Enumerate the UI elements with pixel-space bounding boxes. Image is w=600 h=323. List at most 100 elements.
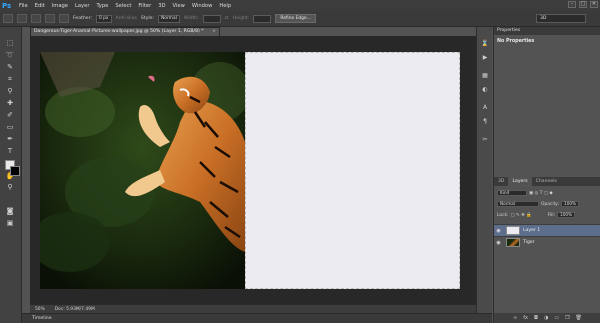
- subtract-selection-icon[interactable]: [45, 14, 55, 23]
- crop-tool-icon[interactable]: ⌗: [5, 75, 15, 84]
- canvas[interactable]: [40, 52, 460, 289]
- menu-help[interactable]: Help: [219, 3, 231, 9]
- height-label: Height:: [232, 16, 250, 21]
- properties-header[interactable]: Properties: [494, 27, 600, 35]
- background-color-swatch[interactable]: [10, 166, 20, 176]
- eraser-tool-icon[interactable]: ▭: [5, 123, 15, 132]
- marquee-tool-icon[interactable]: ⬚: [5, 39, 15, 48]
- timeline-panel[interactable]: Timeline: [22, 313, 492, 323]
- style-label: Style:: [140, 16, 154, 21]
- screen-mode-icon[interactable]: ▣: [5, 219, 15, 228]
- menu-window[interactable]: Window: [192, 3, 212, 9]
- width-label: Width:: [183, 16, 199, 21]
- blend-row: Normal Opacity: 100%: [497, 200, 580, 208]
- feather-label: Feather:: [73, 16, 92, 21]
- fx-icon[interactable]: fx: [523, 315, 528, 321]
- trash-icon[interactable]: 🗑: [576, 315, 582, 321]
- filter-row: Kind ▣ ◎ T ▢ ◆: [497, 189, 553, 197]
- anti-alias-checkbox[interactable]: Anti-alias: [116, 16, 137, 21]
- refine-edge-button[interactable]: Refine Edge...: [275, 14, 316, 23]
- height-input[interactable]: [253, 14, 272, 23]
- eyedropper-tool-icon[interactable]: ⚲: [5, 87, 15, 96]
- menu-image[interactable]: Image: [52, 3, 68, 9]
- layer-1-fill: [245, 52, 460, 289]
- lasso-tool-icon[interactable]: ➰: [5, 51, 15, 60]
- brush-tool-icon[interactable]: ✐: [5, 111, 15, 120]
- swap-dimensions-icon[interactable]: ⇄: [225, 16, 229, 21]
- visibility-eye-icon[interactable]: ◉: [494, 240, 503, 246]
- new-selection-icon[interactable]: [17, 14, 27, 23]
- tool-preset-picker[interactable]: [3, 14, 13, 23]
- feather-input[interactable]: 0 px: [95, 14, 112, 23]
- menu-filter[interactable]: Filter: [138, 3, 151, 9]
- filter-icons[interactable]: ▣ ◎ T ▢ ◆: [529, 191, 553, 196]
- layer-row-layer-1[interactable]: ◉ Layer 1: [494, 224, 600, 236]
- tab-channels[interactable]: Channels: [532, 177, 561, 186]
- layer-row-tiger[interactable]: ◉ Tiger: [494, 236, 600, 248]
- minimize-button[interactable]: –: [568, 1, 576, 8]
- visibility-eye-icon[interactable]: ◉: [494, 228, 503, 234]
- width-input[interactable]: [202, 14, 221, 23]
- workspace-select[interactable]: 3D: [536, 14, 586, 23]
- healing-brush-tool-icon[interactable]: ✚: [5, 99, 15, 108]
- color-icon[interactable]: ◐: [480, 85, 490, 94]
- fill-input[interactable]: 100%: [557, 212, 576, 218]
- document-tab[interactable]: Dangerous-Tiger-Anamal-Pictures-wallpape…: [30, 27, 220, 36]
- blend-mode-select[interactable]: Normal: [497, 201, 539, 207]
- close-window-button[interactable]: ✕: [590, 1, 598, 8]
- document-title: Dangerous-Tiger-Anamal-Pictures-wallpape…: [34, 29, 204, 34]
- group-icon[interactable]: ▭: [554, 315, 559, 321]
- paragraph-icon[interactable]: ¶: [480, 117, 490, 126]
- menu-bar: Ps File Edit Image Layer Type Select Fil…: [0, 0, 600, 11]
- timeline-label: Timeline: [32, 316, 52, 321]
- close-document-icon[interactable]: ×: [212, 28, 216, 36]
- tools-preset-icon[interactable]: ✂: [480, 135, 490, 144]
- lock-row: Lock: ▢ ✎ ✥ 🔒 Fill: 100%: [497, 211, 576, 219]
- adjustment-icon[interactable]: ◑: [544, 315, 548, 321]
- panel-dock: ⌛ ▶ ▦ ◐ A ¶ ✂: [476, 27, 492, 313]
- intersect-selection-icon[interactable]: [59, 14, 69, 23]
- kind-filter-select[interactable]: Kind: [497, 190, 527, 196]
- type-tool-icon[interactable]: T: [5, 147, 15, 156]
- add-selection-icon[interactable]: [31, 14, 41, 23]
- character-icon[interactable]: A: [480, 103, 490, 112]
- tools-panel: ⬚ ➰ ✎ ⌗ ⚲ ✚ ✐ ▭ ✒ T ✋ ⚲ ◙ ▣: [0, 27, 22, 323]
- link-icon[interactable]: ∞: [513, 315, 517, 321]
- window-controls: – □ ✕: [568, 1, 598, 8]
- menu-select[interactable]: Select: [115, 3, 131, 9]
- history-icon[interactable]: ⌛: [480, 39, 490, 48]
- status-bar: 50% Doc: 5.93M/7.49M: [30, 304, 490, 313]
- menu-type[interactable]: Type: [96, 3, 108, 9]
- menu-3d[interactable]: 3D: [158, 3, 165, 9]
- swatches-icon[interactable]: ▦: [480, 71, 490, 80]
- zoom-tool-icon[interactable]: ⚲: [5, 183, 15, 192]
- quick-mask-icon[interactable]: ◙: [5, 207, 15, 216]
- lock-icons[interactable]: ▢ ✎ ✥ 🔒: [511, 213, 532, 218]
- zoom-level[interactable]: 50%: [35, 307, 45, 312]
- menu-layer[interactable]: Layer: [75, 3, 89, 9]
- mask-icon[interactable]: ◘: [534, 315, 538, 321]
- actions-icon[interactable]: ▶: [480, 53, 490, 62]
- tab-layers[interactable]: Layers: [508, 177, 532, 186]
- options-bar: Feather: 0 px Anti-alias Style: Normal W…: [0, 11, 600, 27]
- quick-selection-tool-icon[interactable]: ✎: [5, 63, 15, 72]
- pen-tool-icon[interactable]: ✒: [5, 135, 15, 144]
- style-select[interactable]: Normal: [157, 14, 180, 23]
- tiger-image: [40, 52, 245, 289]
- opacity-input[interactable]: 100%: [561, 201, 580, 207]
- properties-title: No Properties: [497, 39, 535, 44]
- menu-edit[interactable]: Edit: [35, 3, 45, 9]
- layer-name: Layer 1: [523, 228, 541, 233]
- properties-panel: Properties No Properties: [493, 27, 600, 177]
- doc-info[interactable]: Doc: 5.93M/7.49M: [55, 307, 95, 312]
- opacity-label: Opacity:: [541, 201, 560, 207]
- layer-thumbnail: [506, 238, 520, 247]
- tiger-photo: [40, 52, 245, 289]
- menu-file[interactable]: File: [19, 3, 28, 9]
- tab-3d[interactable]: 3D: [494, 177, 508, 186]
- maximize-button[interactable]: □: [579, 1, 587, 8]
- menu-view[interactable]: View: [173, 3, 185, 9]
- new-layer-icon[interactable]: ❐: [565, 315, 569, 321]
- document-canvas-area[interactable]: [30, 36, 490, 304]
- layers-tab-bar: 3D Layers Channels: [494, 177, 600, 186]
